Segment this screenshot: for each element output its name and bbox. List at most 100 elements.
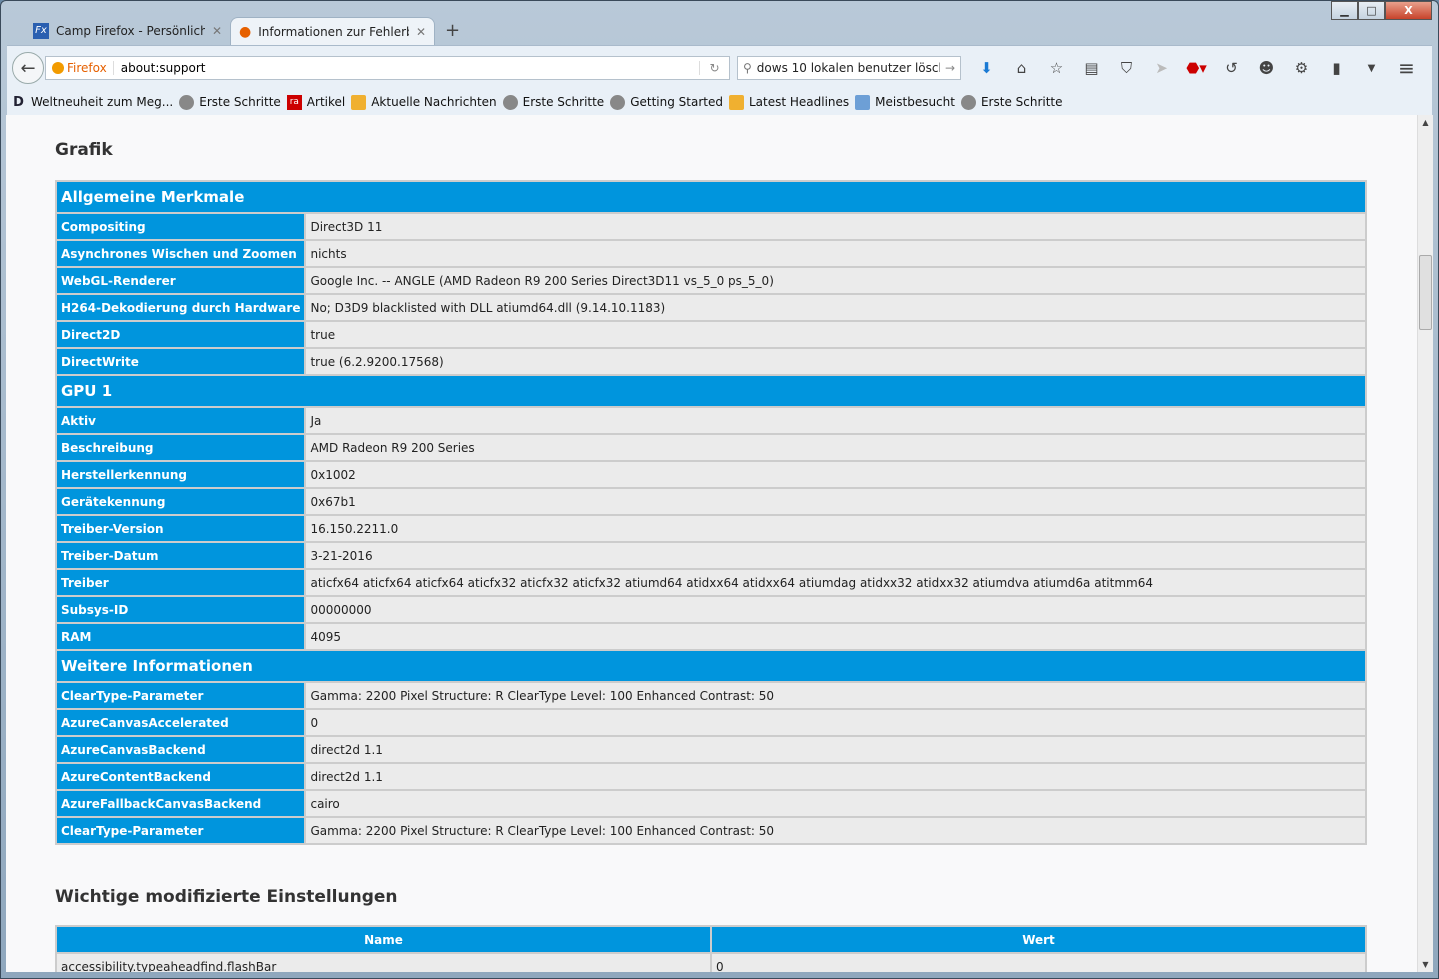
bookmark-label: Meistbesucht: [875, 95, 955, 109]
section-heading-grafik: Grafik: [55, 140, 113, 160]
clipboard-icon[interactable]: ▮: [1319, 56, 1354, 80]
bookmark-label: Artikel: [306, 95, 346, 109]
scroll-up-icon[interactable]: ▲: [1418, 118, 1433, 127]
close-window-button[interactable]: X: [1385, 1, 1432, 20]
row-value: 0: [306, 710, 1365, 735]
column-header-wert[interactable]: Wert: [712, 927, 1365, 952]
url-input[interactable]: about:support: [114, 61, 699, 75]
scrollbar-thumb[interactable]: [1419, 255, 1432, 330]
row-label: Direct2D: [57, 322, 305, 347]
graphics-table: Allgemeine Merkmale Compositing Direct3D 1…: [55, 180, 1367, 845]
bookmark-label: Latest Headlines: [748, 95, 850, 109]
section-heading-prefs: Wichtige modifizierte Einstellungen: [55, 887, 398, 907]
bookmark-favicon-icon: [728, 94, 744, 110]
search-bar[interactable]: ⚲ dows 10 lokalen benutzer löschen →: [737, 56, 961, 80]
row-label: WebGL-Renderer: [57, 268, 305, 293]
table-row: AzureCanvasAccelerated 0: [57, 710, 1365, 735]
dropdown-icon[interactable]: ▼: [1354, 56, 1389, 80]
adblock-icon[interactable]: ⬣▾: [1179, 56, 1214, 80]
row-label: H264-Dekodierung durch Hardware: [57, 295, 305, 320]
row-value: Ja: [306, 408, 1365, 433]
column-header-name[interactable]: Name: [57, 927, 710, 952]
prefs-header-row: Name Wert: [57, 927, 1365, 952]
row-label: Treiber-Version: [57, 516, 305, 541]
table-row: Direct2D true: [57, 322, 1365, 347]
row-value: cairo: [306, 791, 1365, 816]
row-label: AzureFallbackCanvasBackend: [57, 791, 305, 816]
chat-icon[interactable]: ☻: [1249, 56, 1284, 80]
new-tab-button[interactable]: +: [435, 17, 470, 45]
bookmark-item[interactable]: Meistbesucht: [855, 94, 955, 110]
bookmark-favicon-icon: [610, 94, 626, 110]
table-row: Subsys-ID 00000000: [57, 597, 1365, 622]
bookmark-favicon-icon: D: [13, 94, 24, 110]
section-title: Weitere Informationen: [57, 651, 1365, 681]
search-input[interactable]: dows 10 lokalen benutzer löschen: [757, 61, 940, 75]
tab-troubleshooting[interactable]: ● Informationen zur Fehlerbe... ✕: [230, 17, 435, 45]
row-label: AzureContentBackend: [57, 764, 305, 789]
row-value: direct2d 1.1: [306, 737, 1365, 762]
extension-icon[interactable]: ⚙: [1284, 56, 1319, 80]
page-content: Grafik Allgemeine Merkmale Compositing Dir…: [6, 115, 1417, 972]
toolbar-icons: ⬇ ⌂ ☆ ▤ ⛉ ➤ ⬣▾ ↺ ☻ ⚙ ▮ ▼ ≡: [969, 56, 1424, 80]
bookmark-label: Aktuelle Nachrichten: [371, 95, 497, 109]
bookmark-favicon-icon: ra: [286, 94, 302, 110]
download-icon[interactable]: ⬇: [969, 56, 1004, 80]
bookmark-item[interactable]: Erste Schritte: [960, 94, 1063, 110]
url-bar[interactable]: Firefox about:support ↻: [45, 56, 730, 80]
maximize-button[interactable]: □: [1358, 1, 1385, 20]
bookmark-item[interactable]: Erste Schritte: [179, 94, 281, 110]
bookmark-label: Getting Started: [630, 95, 723, 109]
table-row: Gerätekennung 0x67b1: [57, 489, 1365, 514]
row-value: AMD Radeon R9 200 Series: [306, 435, 1365, 460]
row-value: true (6.2.9200.17568): [306, 349, 1365, 374]
bookmark-item[interactable]: ra Artikel: [286, 94, 346, 110]
row-label: RAM: [57, 624, 305, 649]
row-label: Compositing: [57, 214, 305, 239]
menu-icon[interactable]: ≡: [1389, 56, 1424, 80]
section-title: Allgemeine Merkmale: [57, 182, 1365, 212]
tab-label: Informationen zur Fehlerbe...: [258, 24, 409, 39]
vertical-scrollbar[interactable]: ▲ ▼: [1417, 115, 1433, 972]
search-go-icon[interactable]: →: [945, 61, 955, 75]
close-tab-icon[interactable]: ✕: [212, 24, 222, 38]
bookmark-item[interactable]: Aktuelle Nachrichten: [351, 94, 497, 110]
tab-camp-firefox[interactable]: Fx Camp Firefox - Persönliche... ✕: [25, 17, 230, 45]
bookmark-item[interactable]: D Weltneuheit zum Meg...: [11, 95, 173, 110]
table-row: ClearType-Parameter Gamma: 2200 Pixel Str…: [57, 683, 1365, 708]
history-icon[interactable]: ↺: [1214, 56, 1249, 80]
firefox-favicon-icon: ●: [239, 23, 252, 40]
window-controls: ▁ □ X: [1331, 1, 1432, 20]
row-value: Google Inc. -- ANGLE (AMD Radeon R9 200 …: [306, 268, 1365, 293]
row-value: Gamma: 2200 Pixel Structure: R ClearType…: [306, 683, 1365, 708]
table-row: Beschreibung AMD Radeon R9 200 Series: [57, 435, 1365, 460]
bookmark-item[interactable]: Latest Headlines: [728, 94, 850, 110]
scroll-down-icon[interactable]: ▼: [1418, 960, 1433, 969]
row-label: Herstellerkennung: [57, 462, 305, 487]
section-header-row: Weitere Informationen: [57, 651, 1365, 681]
identity-box[interactable]: Firefox: [46, 61, 114, 75]
bookmark-star-icon[interactable]: ☆: [1039, 56, 1074, 80]
firefox-logo-icon: [52, 62, 64, 74]
close-tab-icon[interactable]: ✕: [416, 25, 426, 39]
table-row: Treiber-Version 16.150.2211.0: [57, 516, 1365, 541]
row-label: Asynchrones Wischen und Zoomen: [57, 241, 305, 266]
row-value: No; D3D9 blacklisted with DLL atiumd64.d…: [306, 295, 1365, 320]
row-label: Subsys-ID: [57, 597, 305, 622]
row-value: 0x1002: [306, 462, 1365, 487]
bookmark-label: Erste Schritte: [199, 95, 281, 109]
row-label: Aktiv: [57, 408, 305, 433]
reload-icon[interactable]: ↻: [699, 61, 729, 75]
pocket-icon[interactable]: ⛉: [1109, 56, 1144, 80]
bookmark-label: Weltneuheit zum Meg...: [31, 95, 174, 109]
home-icon[interactable]: ⌂: [1004, 56, 1039, 80]
send-icon[interactable]: ➤: [1144, 56, 1179, 80]
minimize-button[interactable]: ▁: [1331, 1, 1358, 20]
reading-list-icon[interactable]: ▤: [1074, 56, 1109, 80]
back-button[interactable]: ←: [12, 52, 44, 84]
row-label: Beschreibung: [57, 435, 305, 460]
row-label: Treiber: [57, 570, 305, 595]
bookmark-item[interactable]: Erste Schritte: [502, 94, 604, 110]
bookmark-item[interactable]: Getting Started: [610, 94, 723, 110]
table-row: Herstellerkennung 0x1002: [57, 462, 1365, 487]
